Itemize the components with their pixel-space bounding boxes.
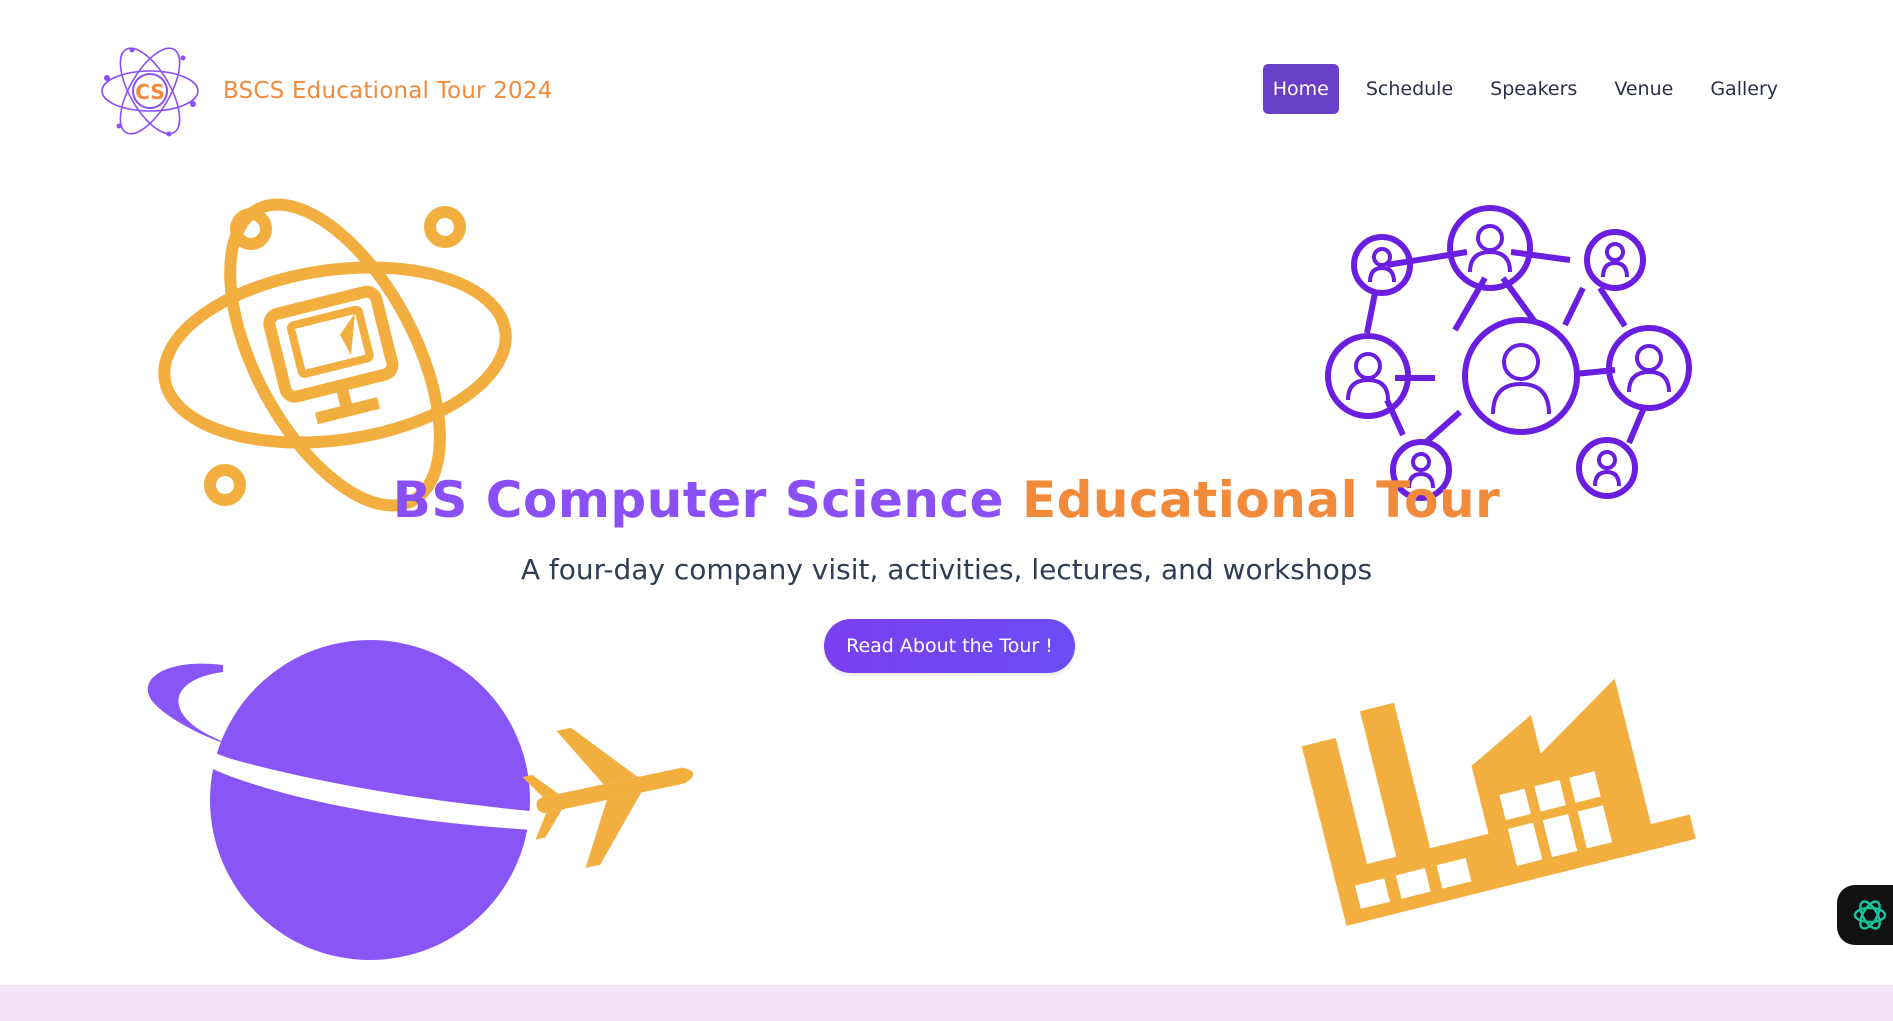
nav-home[interactable]: Home <box>1262 64 1339 114</box>
section-band <box>0 985 1893 1021</box>
hero-title-part-a: BS Computer Science <box>392 471 1005 529</box>
ai-assistant-widget[interactable] <box>1837 885 1893 945</box>
logo-text: CS <box>135 80 164 104</box>
hero-title: BS Computer Science Educational Tour <box>0 470 1893 530</box>
nav-schedule[interactable]: Schedule <box>1356 64 1463 114</box>
nav-venue[interactable]: Venue <box>1604 64 1683 114</box>
factory-icon <box>1301 678 1696 926</box>
planet-airplane-icon <box>145 640 694 960</box>
brand-title: BSCS Educational Tour 2024 <box>223 78 553 104</box>
nav-gallery[interactable]: Gallery <box>1700 64 1788 114</box>
hero-subtitle: A four-day company visit, activities, le… <box>520 553 1373 586</box>
hero-title-part-b: Educational Tour <box>1021 471 1501 529</box>
nav-speakers[interactable]: Speakers <box>1480 64 1587 114</box>
ai-assistant-icon <box>1853 900 1887 930</box>
brand-link[interactable]: CS BSCS Educational Tour 2024 <box>97 38 553 144</box>
main-nav: Home Schedule Speakers Venue Gallery <box>1262 64 1788 114</box>
site-header: CS BSCS Educational Tour 2024 Home Sched… <box>0 0 1893 180</box>
atom-logo-icon: CS <box>101 47 199 137</box>
read-about-tour-button[interactable]: Read About the Tour ! <box>824 619 1075 673</box>
people-network-icon <box>1325 205 1692 501</box>
